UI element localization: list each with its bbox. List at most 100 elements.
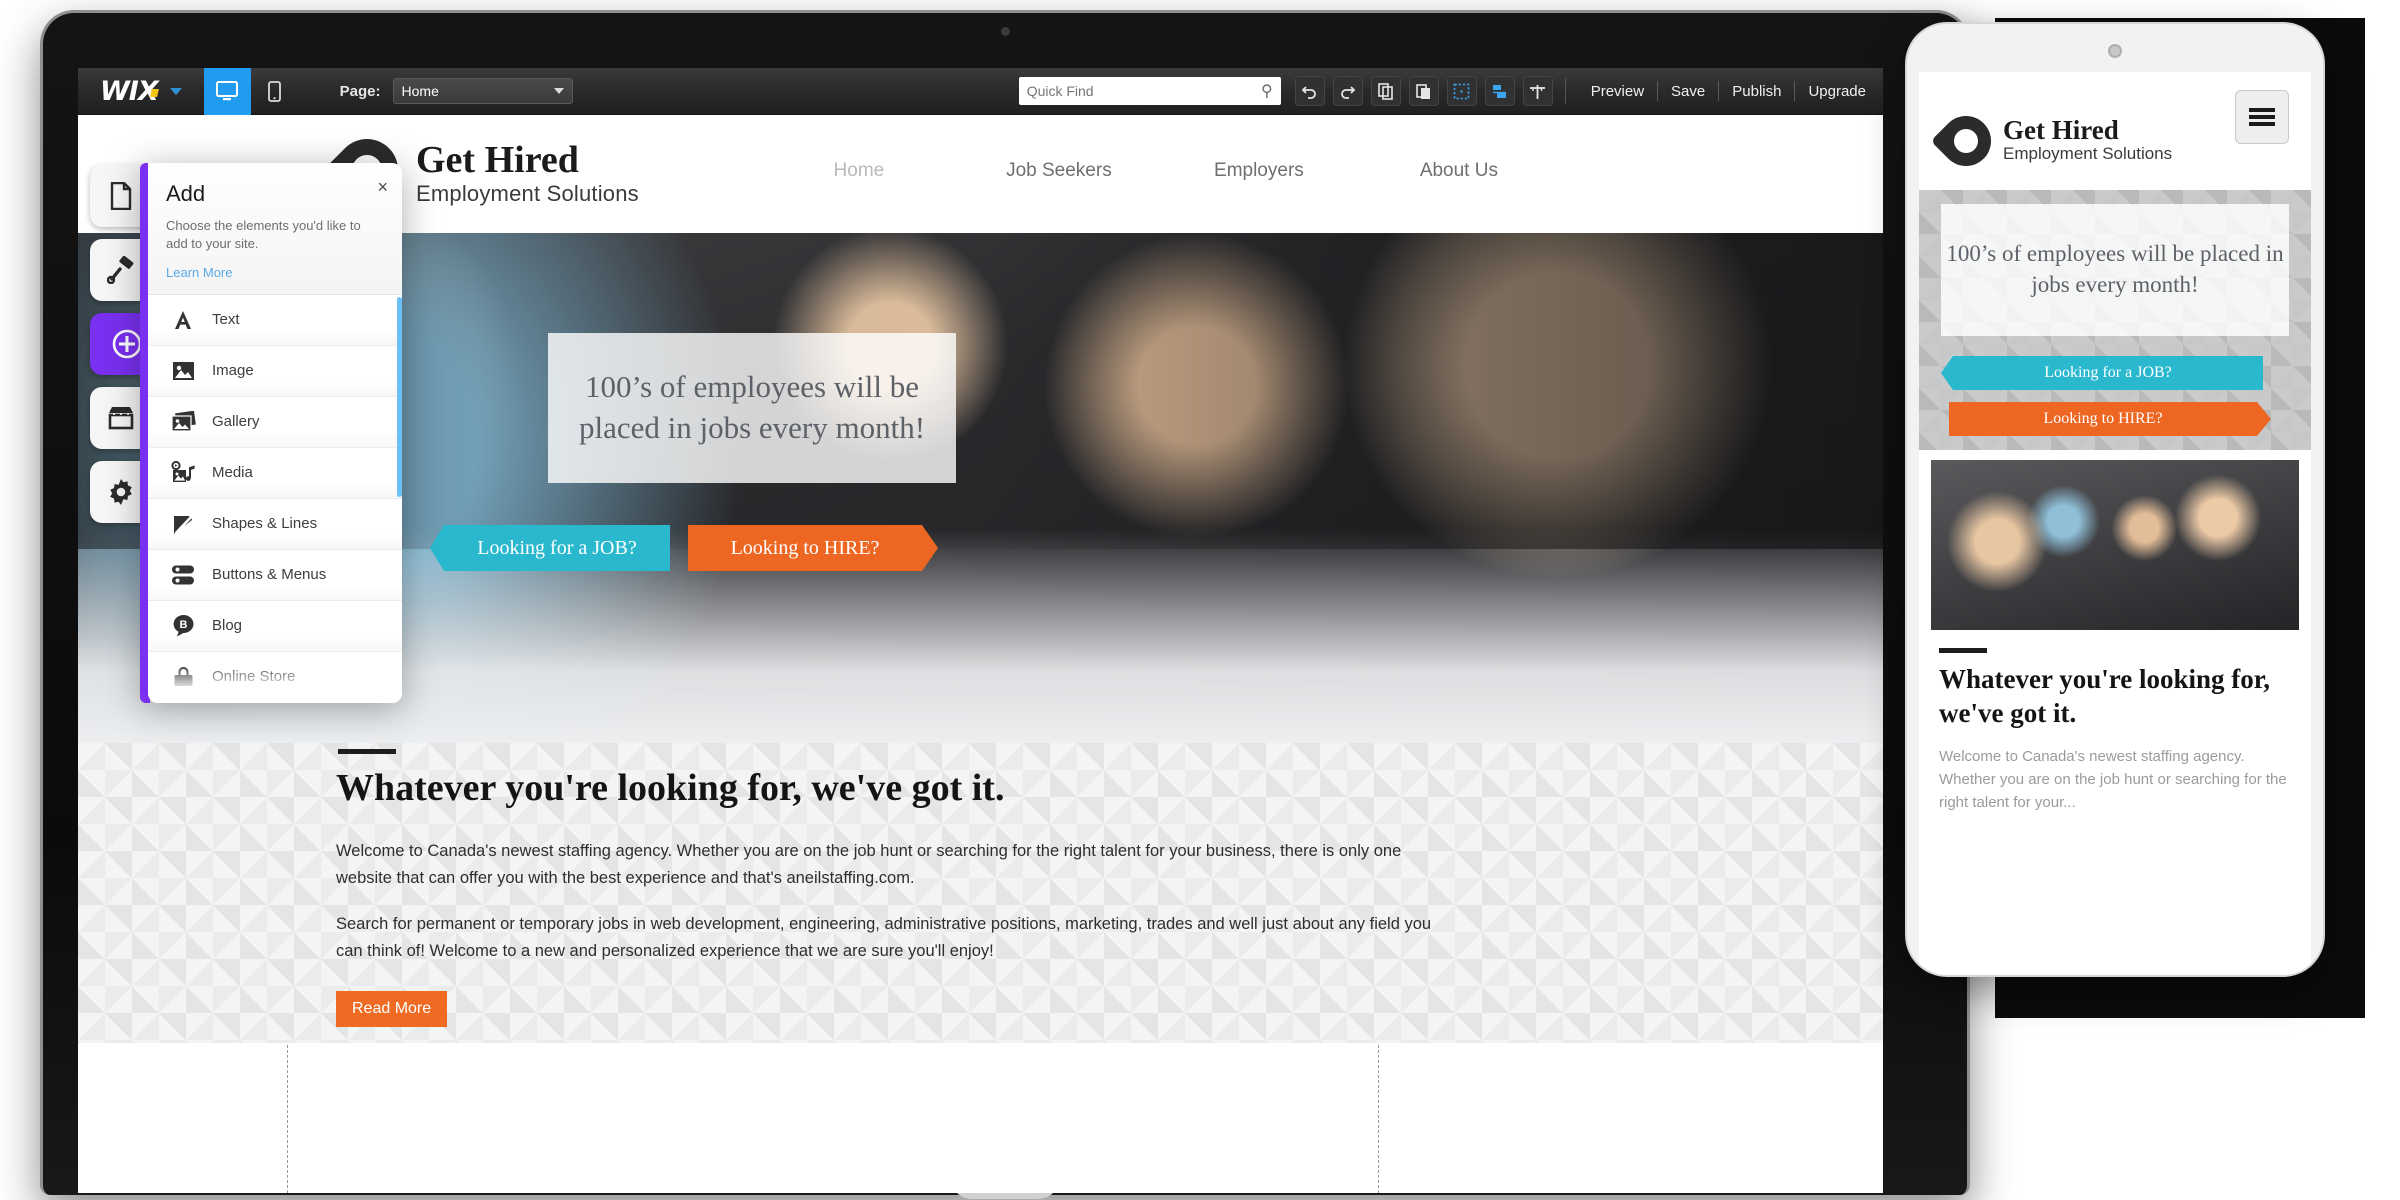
read-more-button[interactable]: Read More [336, 990, 448, 1027]
mobile-preview-screen: Get Hired Employment Solutions 100’s of … [1919, 72, 2311, 975]
nav-item-home[interactable]: Home [759, 160, 959, 182]
shapes-icon [166, 513, 200, 535]
screenshot-stage:  WIX [0, 0, 2400, 1200]
wix-logo[interactable]: WIX [100, 76, 159, 107]
hero-headline-card: 100’s of employees will be placed in job… [548, 333, 956, 483]
quick-find[interactable]: ⚲ [1018, 77, 1281, 105]
mobile-view-button[interactable] [251, 68, 298, 115]
site-brand: Get Hired Employment Solutions [416, 139, 639, 207]
nav-item-job-seekers[interactable]: Job Seekers [959, 160, 1159, 182]
page-label: Page: [339, 82, 381, 100]
editor-topbar: WIX Page: Home Quick Find ⚲ Preview Save… [78, 68, 1883, 115]
list-item-label: Media [212, 464, 253, 482]
add-panel-header: Add × Choose the elements you'd like to … [148, 163, 402, 295]
mobile-hero-section: 100’s of employees will be placed in job… [1919, 190, 2311, 450]
mobile-hero-card: 100’s of employees will be placed in job… [1941, 204, 2289, 336]
design-icon [107, 256, 134, 284]
add-icon [112, 329, 142, 359]
close-icon[interactable]: × [377, 177, 388, 198]
upgrade-button[interactable]: Upgrade [1795, 83, 1879, 100]
intro-paragraph-2: Search for permanent or temporary jobs i… [336, 915, 1432, 961]
search-icon: ⚲ [1260, 83, 1273, 100]
brand-name: Get Hired [416, 139, 579, 182]
mobile-team-photo [1931, 460, 2299, 630]
nav-item-about-us[interactable]: About Us [1359, 160, 1559, 182]
learn-more-link[interactable]: Learn More [166, 265, 384, 280]
list-item-label: Image [212, 362, 254, 380]
add-panel-description: Choose the elements you'd like to add to… [166, 218, 361, 252]
list-item-label: Shapes & Lines [212, 515, 318, 533]
add-panel-title: Add [166, 181, 206, 206]
section-heading: Whatever you're looking for, we've got i… [336, 767, 1005, 809]
brand-name: Get Hired [2003, 115, 2119, 145]
page-select[interactable]: Home [392, 78, 573, 104]
view-mode-toggle [203, 68, 298, 115]
settings-icon [110, 479, 132, 505]
ruler-icon[interactable] [1522, 76, 1553, 106]
panel-fade [148, 662, 402, 703]
blog-icon: B [166, 614, 200, 637]
pages-icon [110, 182, 132, 210]
paste-icon[interactable] [1408, 76, 1439, 106]
intro-paragraph-1: Welcome to Canada's newest staffing agen… [1939, 747, 2287, 812]
svg-text:B: B [179, 619, 187, 631]
phone-camera-icon [2108, 44, 2122, 58]
text-icon [166, 309, 200, 331]
preview-button[interactable]: Preview [1578, 83, 1657, 100]
list-item[interactable]: Media [148, 447, 402, 499]
add-panel: Add × Choose the elements you'd like to … [140, 163, 402, 703]
market-icon [108, 407, 134, 430]
list-item[interactable]: Buttons & Menus [148, 549, 402, 601]
list-item[interactable]: Shapes & Lines [148, 498, 402, 550]
search-input[interactable] [1026, 83, 1249, 99]
wix-editor-screen: WIX Page: Home Quick Find ⚲ Preview Save… [78, 68, 1883, 1193]
list-item[interactable]: Text [148, 294, 402, 346]
site-logo-icon [1930, 105, 2002, 177]
brand-tagline: Employment Solutions [2003, 144, 2173, 164]
hero-headline: 100’s of employees will be placed in job… [578, 369, 926, 445]
intro-paragraph-1: Welcome to Canada's newest staffing agen… [336, 842, 1402, 887]
section-heading: Whatever you're looking for, we've got i… [1939, 664, 2271, 728]
page-select-value: Home [401, 83, 439, 99]
site-nav: Home Job Seekers Employers About Us [759, 160, 1559, 188]
image-icon [166, 361, 200, 381]
snap-icon[interactable] [1484, 76, 1515, 106]
list-item[interactable]: B Blog [148, 600, 402, 652]
brand-tagline: Employment Solutions [416, 180, 639, 206]
mobile-icon [267, 80, 281, 102]
buttons-icon [166, 564, 200, 586]
chevron-down-icon [553, 88, 564, 94]
list-item-label: Gallery [212, 413, 260, 431]
mobile-preview-device: Get Hired Employment Solutions 100’s of … [1905, 22, 2325, 977]
grid-icon[interactable] [1446, 76, 1477, 106]
topbar-right-group: ⚲ [1018, 76, 1883, 106]
hero-headline: 100’s of employees will be placed in job… [1946, 241, 2284, 297]
hero-cta-row: Looking for a JOB? Looking to HIRE? [430, 525, 938, 571]
panel-scrollbar[interactable] [397, 296, 402, 497]
list-item-label: Text [212, 311, 240, 329]
looking-for-job-button[interactable]: Looking for a JOB? [1941, 356, 2263, 390]
desktop-icon [216, 81, 239, 101]
site-canvas: Get Hired Employment Solutions Home Job … [78, 115, 1883, 1193]
add-panel-list: Text Image Gallery Media Shapes & Lines … [148, 294, 402, 703]
mobile-header: Get Hired Employment Solutions [1919, 72, 2311, 190]
undo-icon[interactable] [1294, 76, 1325, 106]
nav-item-employers[interactable]: Employers [1159, 160, 1359, 182]
redo-icon[interactable] [1332, 76, 1363, 106]
toolbar-divider [1564, 78, 1566, 104]
list-item-label: Blog [212, 617, 243, 635]
hamburger-icon[interactable] [2235, 90, 2289, 144]
publish-button[interactable]: Publish [1719, 83, 1794, 100]
chevron-down-icon[interactable] [169, 87, 182, 95]
list-item-label: Buttons & Menus [212, 566, 327, 584]
copy-icon[interactable] [1370, 76, 1401, 106]
section-rule [1939, 648, 1987, 653]
list-item[interactable]: Gallery [148, 396, 402, 448]
list-item[interactable]: Image [148, 345, 402, 397]
laptop-camera-icon [1001, 27, 1010, 36]
save-button[interactable]: Save [1658, 83, 1718, 100]
desktop-view-button[interactable] [203, 68, 251, 115]
looking-to-hire-button[interactable]: Looking to HIRE? [688, 525, 938, 571]
looking-to-hire-button[interactable]: Looking to HIRE? [1949, 402, 2271, 436]
looking-for-job-button[interactable]: Looking for a JOB? [430, 525, 670, 571]
